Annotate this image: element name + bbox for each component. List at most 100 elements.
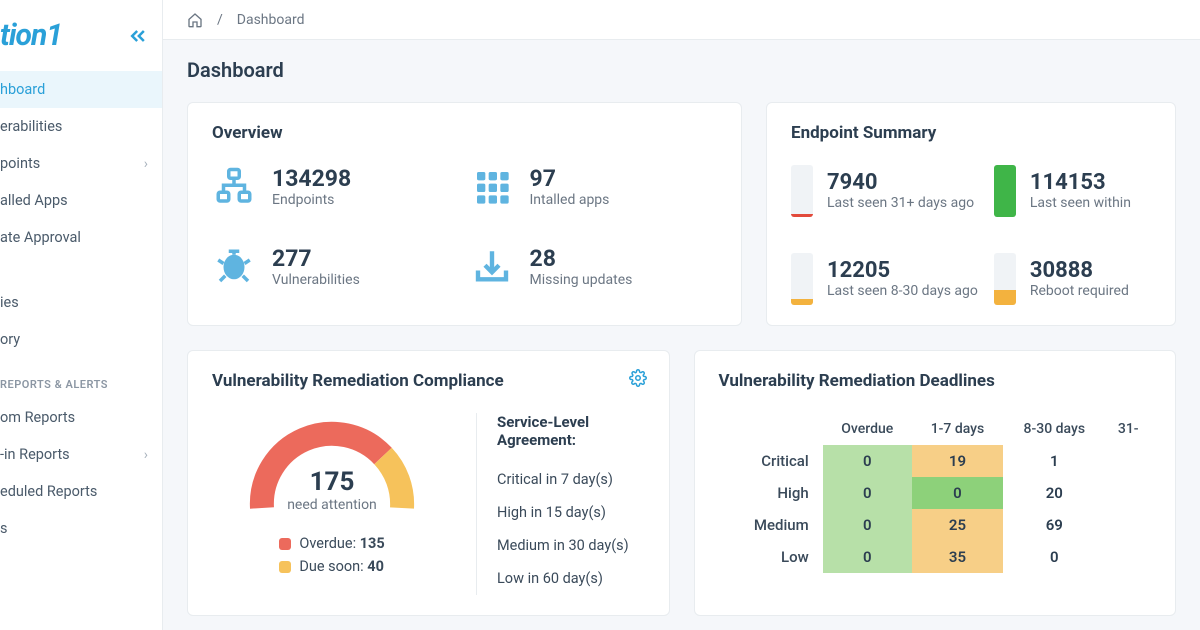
sidebar: tion1 hboard erabilities points› alled Apps… (0, 0, 163, 630)
table-cell: 0 (1003, 541, 1105, 573)
nav-section-label: REPORTS & ALERTS (0, 358, 162, 399)
endpoint-label: Reboot required (1030, 283, 1129, 299)
deadlines-table: Overdue1-7 days8-30 days31- Critical0191… (719, 413, 1152, 573)
nav-secondary: ies ory (0, 284, 162, 358)
endpoint-bar (994, 253, 1016, 305)
sidebar-item[interactable]: ies (0, 284, 162, 321)
stat-label: Vulnerabilities (272, 272, 360, 288)
sidebar-item[interactable]: eduled Reports (0, 473, 162, 510)
table-cell: 25 (912, 509, 1003, 541)
breadcrumb: / Dashboard (163, 0, 1200, 40)
sidebar-item-label: ate Approval (0, 229, 81, 246)
sla-row: High in 15 day(s) (497, 496, 645, 529)
table-cell: 0 (823, 509, 912, 541)
sidebar-item-label: alled Apps (0, 192, 68, 209)
sidebar-item[interactable]: hboard (0, 71, 162, 108)
settings-button[interactable] (629, 369, 647, 387)
sidebar-item[interactable]: ate Approval (0, 219, 162, 256)
network-icon (212, 165, 256, 209)
deadlines-card: Vulnerability Remediation Deadlines Over… (694, 350, 1177, 616)
table-header: 31- (1105, 413, 1151, 445)
endpoint-value: 12205 (827, 259, 978, 283)
sidebar-item[interactable]: -in Reports › (0, 436, 162, 473)
endpoint-value: 30888 (1030, 259, 1129, 283)
breadcrumb-current: Dashboard (237, 12, 305, 28)
table-cell: 0 (823, 477, 912, 509)
legend-text: Overdue: 135 (299, 535, 384, 552)
stat-item: 97Intalled apps (470, 165, 718, 209)
deadlines-title: Vulnerability Remediation Deadlines (719, 371, 1152, 391)
legend-item: Due soon: 40 (279, 558, 384, 575)
endpoint-stat: 7940Last seen 31+ days ago (791, 165, 978, 217)
chevron-double-left-icon (128, 26, 148, 46)
table-header: Overdue (823, 413, 912, 445)
legend-item: Overdue: 135 (279, 535, 384, 552)
row-label: Low (719, 541, 823, 573)
sidebar-item-label: eduled Reports (0, 483, 97, 500)
sidebar-item[interactable]: alled Apps (0, 182, 162, 219)
sidebar-item-label: hboard (0, 81, 45, 98)
endpoint-value: 114153 (1030, 171, 1131, 195)
endpoint-value: 7940 (827, 171, 974, 195)
table-cell (1105, 445, 1151, 477)
endpoint-bar (791, 165, 813, 217)
sidebar-item-label: s (0, 520, 7, 537)
breadcrumb-sep: / (217, 12, 223, 28)
sidebar-item-label: -in Reports (0, 446, 70, 463)
table-cell: 35 (912, 541, 1003, 573)
gauge-value: 175 (237, 467, 427, 497)
bug-icon (212, 245, 256, 289)
stat-value: 277 (272, 246, 360, 271)
endpoint-label: Last seen within (1030, 195, 1131, 211)
chevron-right-icon: › (144, 447, 148, 463)
sidebar-item-label: erabilities (0, 118, 62, 135)
sla-row: Low in 60 day(s) (497, 562, 645, 595)
table-cell: 0 (823, 445, 912, 477)
sidebar-item[interactable]: points› (0, 145, 162, 182)
endpoint-stat: 30888Reboot required (994, 253, 1151, 305)
endpoint-summary-title: Endpoint Summary (791, 123, 1151, 143)
table-header: 8-30 days (1003, 413, 1105, 445)
collapse-sidebar-button[interactable] (128, 26, 148, 46)
nav-primary: hboard erabilities points› alled Apps ate Ap… (0, 71, 162, 256)
sidebar-item[interactable]: ory (0, 321, 162, 358)
endpoint-label: Last seen 31+ days ago (827, 195, 974, 211)
page-title: Dashboard (187, 58, 1176, 82)
legend-text: Due soon: 40 (299, 558, 384, 575)
stat-label: Intalled apps (530, 192, 610, 208)
sidebar-item[interactable]: s (0, 510, 162, 547)
chevron-right-icon: › (144, 156, 148, 172)
sla-row: Critical in 7 day(s) (497, 463, 645, 496)
sidebar-item[interactable]: erabilities (0, 108, 162, 145)
endpoint-stat: 12205Last seen 8-30 days ago (791, 253, 978, 305)
stat-item: 277Vulnerabilities (212, 245, 460, 289)
logo: tion1 (0, 18, 62, 53)
endpoint-bar (791, 253, 813, 305)
legend-swatch (279, 538, 291, 550)
compliance-gauge: 175 need attention (237, 413, 427, 513)
compliance-card: Vulnerability Remediation Compliance 175 (187, 350, 670, 616)
stat-value: 97 (530, 166, 610, 191)
sidebar-item-label: om Reports (0, 409, 75, 426)
table-row: Low0350 (719, 541, 1152, 573)
table-cell: 0 (823, 541, 912, 573)
endpoint-summary-card: Endpoint Summary 7940Last seen 31+ days … (766, 102, 1176, 326)
overview-title: Overview (212, 123, 717, 143)
gear-icon (629, 369, 647, 387)
sidebar-item[interactable]: om Reports (0, 399, 162, 436)
gauge-label: need attention (237, 497, 427, 513)
sidebar-item-label: ory (0, 331, 20, 348)
stat-value: 134298 (272, 166, 351, 191)
row-label: Critical (719, 445, 823, 477)
row-label: High (719, 477, 823, 509)
home-icon[interactable] (187, 12, 203, 28)
endpoint-stat: 114153Last seen within (994, 165, 1151, 217)
stat-label: Endpoints (272, 192, 351, 208)
endpoint-label: Last seen 8-30 days ago (827, 283, 978, 299)
row-label: Medium (719, 509, 823, 541)
sidebar-item-label: ies (0, 294, 19, 311)
stat-item: 28Missing updates (470, 245, 718, 289)
table-cell: 20 (1003, 477, 1105, 509)
table-cell (1105, 541, 1151, 573)
table-cell: 19 (912, 445, 1003, 477)
